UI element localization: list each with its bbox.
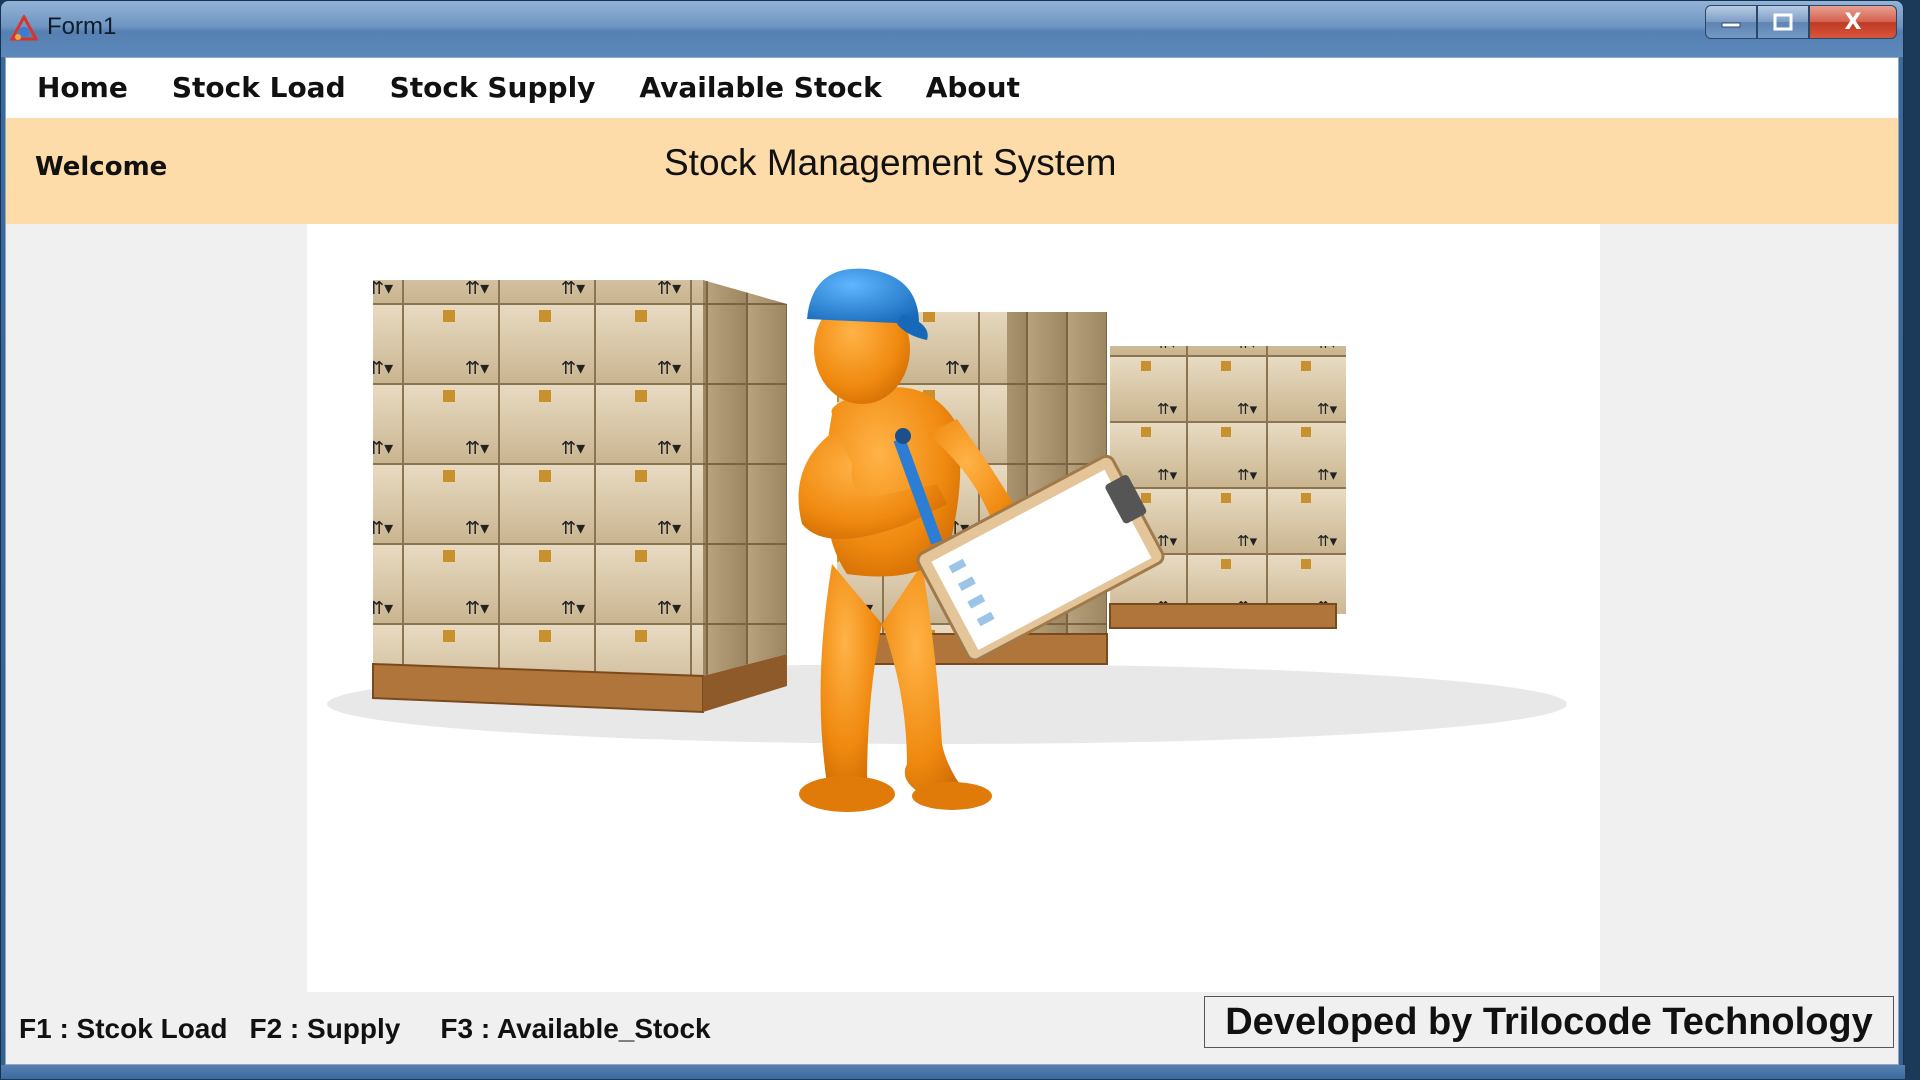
close-button[interactable]: X [1809,5,1897,39]
developer-credit: Developed by Trilocode Technology [1204,996,1894,1048]
app-window: Form1 X Home Stock Load Stock Supply Ava… [0,0,1905,1079]
menu-item-home[interactable]: Home [6,58,150,118]
close-icon: X [1844,9,1862,35]
system-title: Stock Management System [664,142,1117,183]
minimize-icon [1721,22,1741,28]
menu-item-stock-load[interactable]: Stock Load [150,58,368,118]
app-logo-icon [9,15,39,41]
welcome-label: Welcome [35,152,168,182]
menu-item-stock-supply[interactable]: Stock Supply [368,58,618,118]
form-client-area: Home Stock Load Stock Supply Available S… [5,57,1899,1065]
maximize-icon [1773,13,1793,31]
warehouse-worker-illustration: ⇈▾ ⇈▾ [327,268,1567,812]
window-title: Form1 [47,13,117,40]
menu-item-available-stock[interactable]: Available Stock [617,58,903,118]
menu-bar: Home Stock Load Stock Supply Available S… [6,58,1898,118]
menu-item-about[interactable]: About [904,58,1042,118]
header-banner: Welcome Stock Management System [6,118,1898,224]
window-controls: X [1705,5,1897,41]
warehouse-illustration: ⇈▾ ⇈▾ [307,224,1600,992]
minimize-button[interactable] [1705,5,1757,39]
shortcut-f3: F3 : Available_Stock [440,1013,711,1044]
title-bar[interactable]: Form1 X [1,1,1903,57]
shortcut-f1: F1 : Stcok Load [19,1013,228,1044]
maximize-button[interactable] [1757,5,1809,39]
keyboard-shortcuts: F1 : Stcok Load F2 : Supply F3 : Availab… [19,1013,711,1045]
window-bottom-border [1,1065,1905,1079]
shortcut-f2: F2 : Supply [249,1013,401,1044]
